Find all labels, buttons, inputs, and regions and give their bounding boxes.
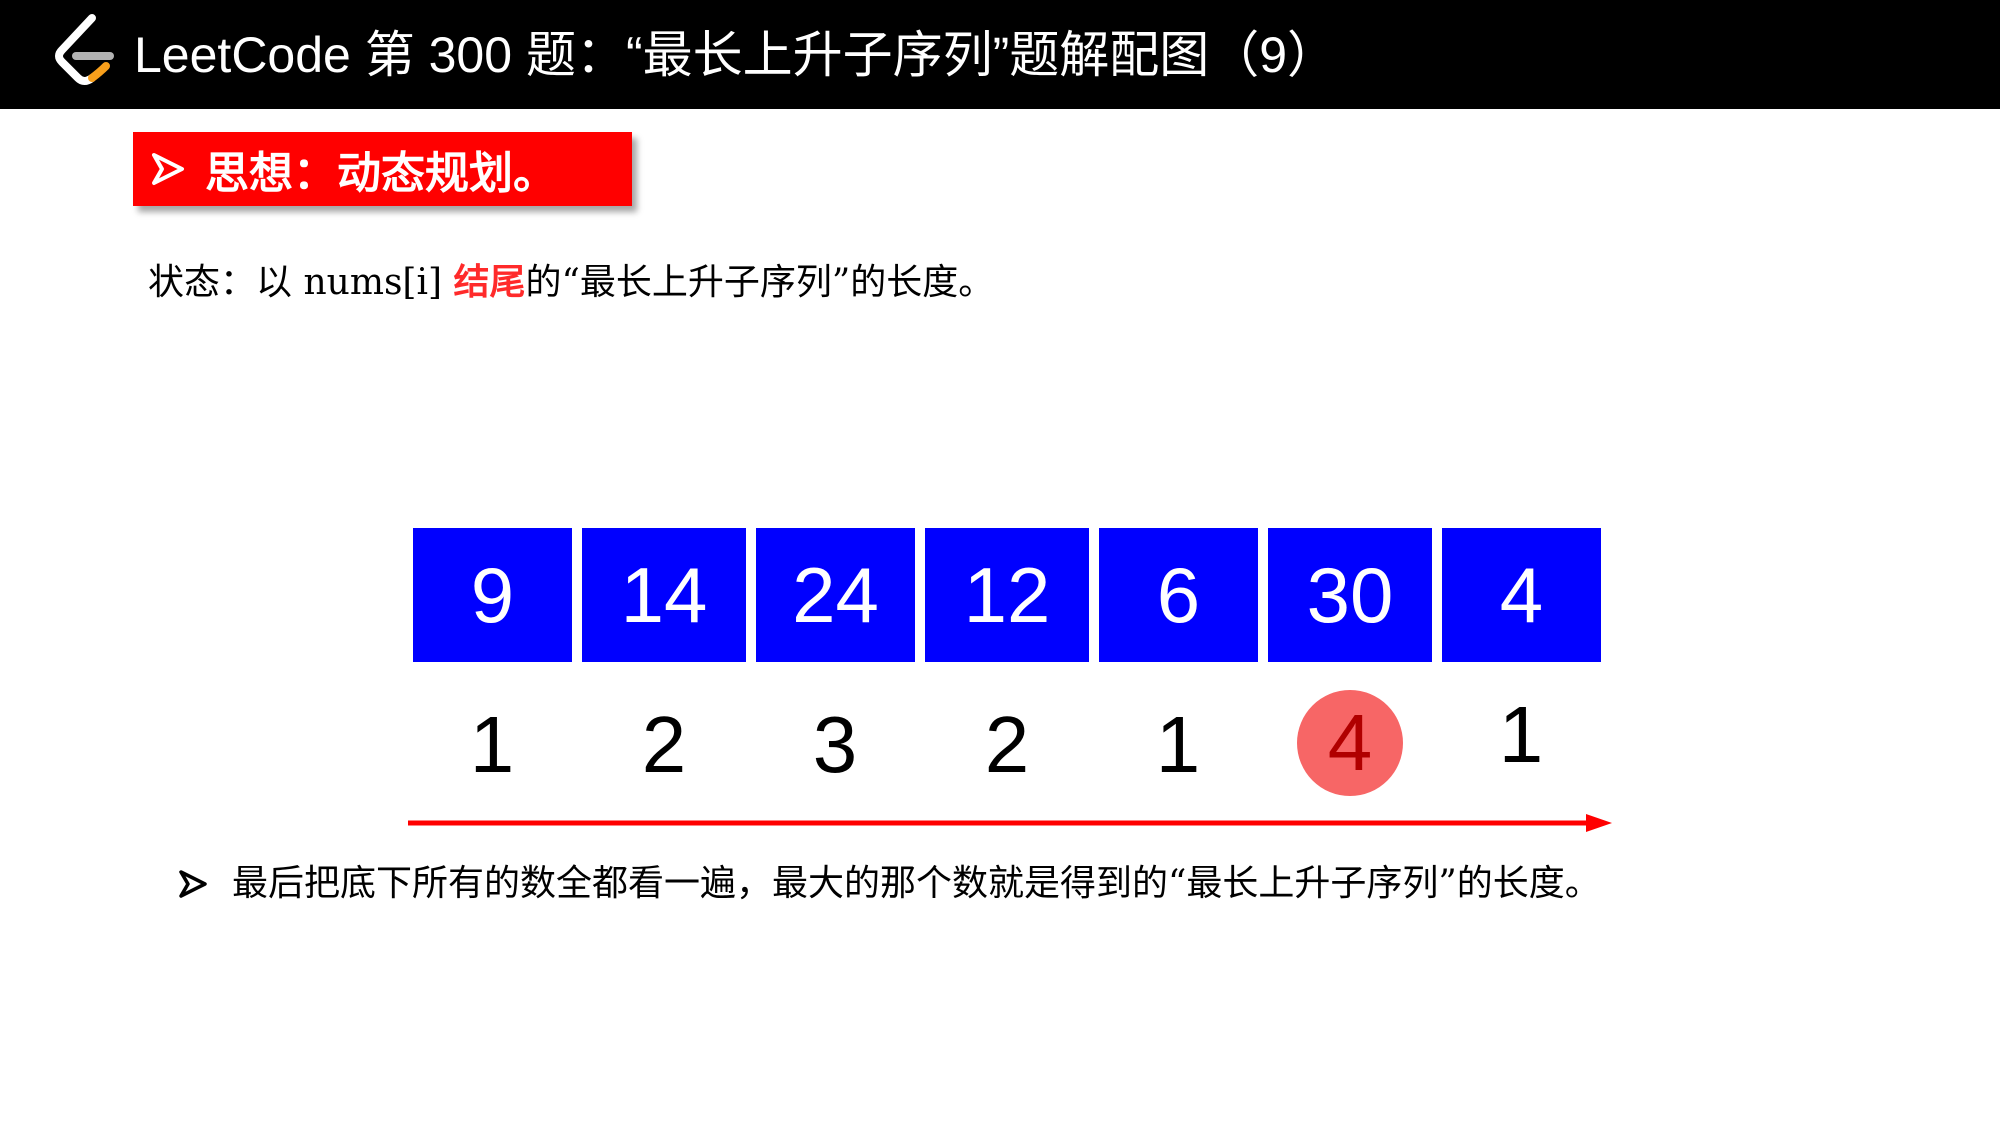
state-definition: 状态：以 nums[i] 结尾的“最长上升子序列”的长度。 (148, 254, 994, 310)
dp-value: 1 (1498, 690, 1544, 779)
conclusion-text: 最后把底下所有的数全都看一遍，最大的那个数就是得到的“最长上升子序列”的长度。 (232, 863, 1601, 904)
nums-cell: 4 (1442, 528, 1601, 662)
dp-max-value: 4 (1297, 690, 1403, 796)
page-title: LeetCode 第 300 题：“最长上升子序列”题解配图（9） (134, 27, 1338, 83)
nums-cell: 9 (413, 528, 572, 662)
dp-value: 3 (812, 700, 858, 789)
dp-value: 2 (984, 700, 1030, 789)
nums-cell: 6 (1099, 528, 1258, 662)
header-bar: LeetCode 第 300 题：“最长上升子序列”题解配图（9） (0, 0, 2000, 109)
leetcode-logo-icon (55, 14, 114, 85)
nums-cell: 30 (1268, 528, 1432, 662)
idea-text: 思想：动态规划。 (205, 148, 557, 199)
nums-cell: 12 (925, 528, 1089, 662)
scan-direction-arrow (408, 814, 1612, 832)
state-suffix: 的“最长上升子序列”的长度。 (525, 262, 995, 303)
arrowhead-bullet-icon (179, 870, 207, 898)
dp-value: 1 (1155, 700, 1201, 789)
dp-value: 1 (469, 700, 515, 789)
nums-cell: 24 (756, 528, 915, 662)
idea-banner: 思想：动态规划。 (133, 132, 632, 206)
conclusion-line: 最后把底下所有的数全都看一遍，最大的那个数就是得到的“最长上升子序列”的长度。 (178, 856, 1601, 912)
state-prefix: 状态：以 nums[i] (148, 262, 454, 303)
nums-cell: 14 (582, 528, 746, 662)
arrowhead-bullet-icon (152, 153, 184, 185)
dp-value: 2 (641, 700, 687, 789)
state-highlight: 结尾 (453, 261, 526, 303)
